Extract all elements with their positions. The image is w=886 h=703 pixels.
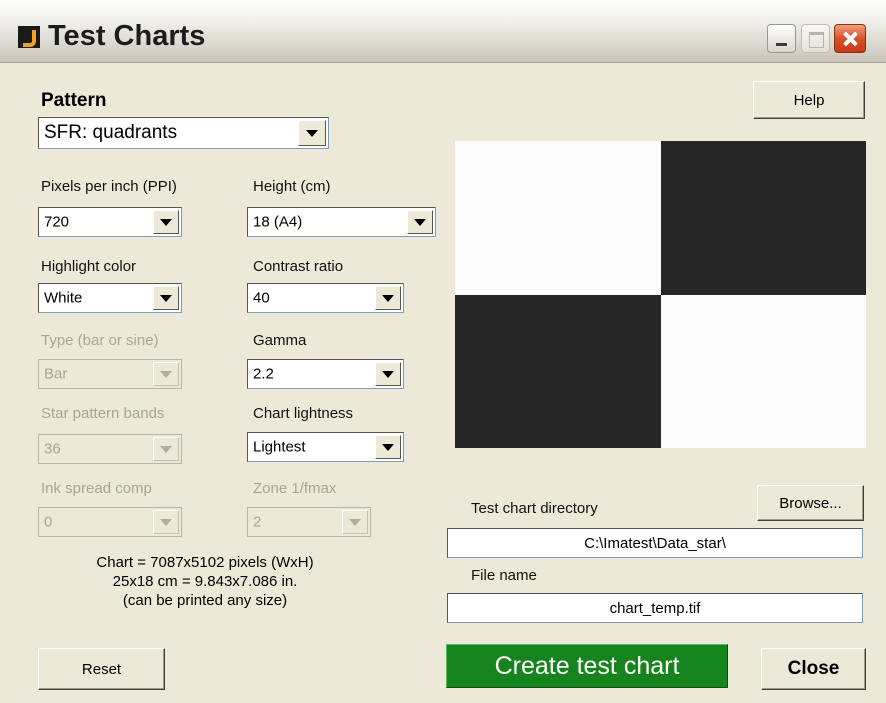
ppi-label: Pixels per inch (PPI)	[41, 178, 177, 195]
ink-spread-label: Ink spread comp	[41, 480, 152, 497]
contrast-ratio-dropdown[interactable]: 40	[247, 283, 404, 313]
minimize-button[interactable]	[767, 24, 796, 53]
chart-size-cm: 25x18 cm = 9.843x7.086 in.	[112, 573, 298, 590]
star-bands-value: 36	[44, 440, 61, 458]
chevron-down-icon[interactable]	[407, 210, 433, 234]
highlight-color-label: Highlight color	[41, 258, 137, 275]
preview-quadrant-bottom-left	[455, 294, 661, 448]
close-window-button[interactable]	[834, 24, 866, 53]
app-icon	[18, 26, 40, 48]
chevron-down-icon	[153, 510, 179, 534]
maximize-button	[801, 24, 830, 53]
height-value: 18 (A4)	[253, 213, 303, 231]
file-name-label: File name	[471, 567, 537, 584]
zone-value: 2	[253, 513, 262, 531]
chart-print-note: (can be printed any size)	[122, 592, 288, 609]
height-dropdown[interactable]: 18 (A4)	[247, 207, 436, 237]
chart-lightness-dropdown[interactable]: Lightest	[247, 432, 404, 462]
pattern-label: Pattern	[41, 90, 107, 111]
contrast-ratio-label: Contrast ratio	[253, 258, 344, 275]
ppi-value: 720	[44, 213, 70, 231]
gamma-label: Gamma	[253, 332, 307, 349]
preview-quadrant-top-right	[660, 141, 866, 295]
zone-dropdown: 2	[247, 507, 371, 537]
close-button[interactable]: Close	[761, 648, 866, 690]
zone-label: Zone 1/fmax	[253, 480, 337, 497]
pattern-dropdown[interactable]: SFR: quadrants	[38, 117, 329, 149]
pattern-value: SFR: quadrants	[44, 122, 178, 143]
test-charts-window: Test Charts Pattern SFR: quadrants Pixel…	[0, 0, 886, 703]
type-value: Bar	[44, 365, 68, 383]
gamma-dropdown[interactable]: 2.2	[247, 359, 404, 389]
gamma-value: 2.2	[253, 365, 274, 383]
chevron-down-icon[interactable]	[375, 362, 401, 386]
chart-lightness-value: Lightest	[253, 438, 306, 456]
chevron-down-icon[interactable]	[298, 120, 326, 146]
star-bands-label: Star pattern bands	[41, 405, 165, 422]
ink-spread-dropdown: 0	[38, 507, 182, 537]
highlight-color-dropdown[interactable]: White	[38, 283, 182, 313]
preview-quadrant-bottom-right	[660, 294, 866, 448]
chevron-down-icon	[153, 362, 179, 386]
window-title: Test Charts	[48, 20, 206, 52]
chevron-down-icon[interactable]	[375, 286, 401, 310]
chart-preview	[455, 141, 866, 448]
ppi-dropdown[interactable]: 720	[38, 207, 182, 237]
preview-quadrant-top-left	[455, 141, 661, 295]
height-label: Height (cm)	[253, 178, 331, 195]
chevron-down-icon	[342, 510, 368, 534]
browse-button[interactable]: Browse...	[757, 485, 864, 521]
reset-button[interactable]: Reset	[38, 648, 165, 690]
chart-size-pixels: Chart = 7087x5102 pixels (WxH)	[96, 554, 314, 571]
star-bands-dropdown: 36	[38, 434, 182, 464]
contrast-ratio-value: 40	[253, 289, 270, 307]
chevron-down-icon[interactable]	[153, 286, 179, 310]
chart-info: Chart = 7087x5102 pixels (WxH) 25x18 cm …	[60, 553, 350, 610]
highlight-color-value: White	[44, 289, 83, 307]
chevron-down-icon[interactable]	[375, 435, 401, 459]
directory-label: Test chart directory	[471, 500, 598, 517]
directory-field[interactable]: C:\Imatest\Data_star\	[447, 528, 863, 558]
help-button[interactable]: Help	[753, 81, 865, 119]
title-bar[interactable]: Test Charts	[0, 0, 886, 63]
create-test-chart-button[interactable]: Create test chart	[446, 644, 728, 688]
chart-lightness-label: Chart lightness	[253, 405, 354, 422]
type-label: Type (bar or sine)	[41, 332, 159, 349]
chevron-down-icon	[153, 437, 179, 461]
chevron-down-icon[interactable]	[153, 210, 179, 234]
type-dropdown: Bar	[38, 359, 182, 389]
ink-spread-value: 0	[44, 513, 53, 531]
file-name-field[interactable]: chart_temp.tif	[447, 593, 863, 623]
